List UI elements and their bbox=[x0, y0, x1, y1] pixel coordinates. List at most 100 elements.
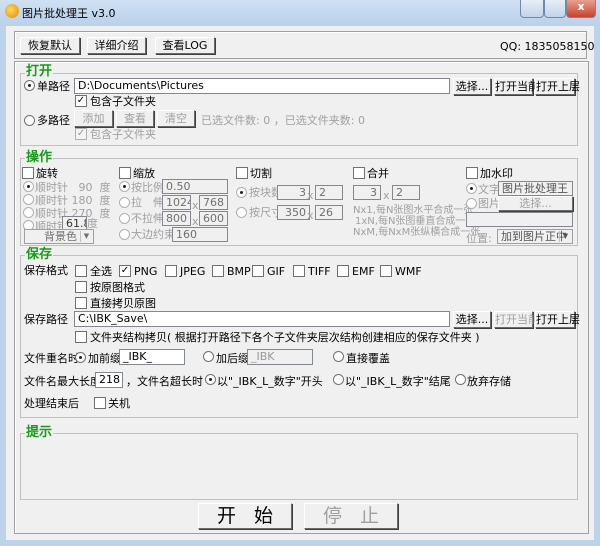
format-checkbox-gif[interactable] bbox=[252, 265, 264, 277]
rotate-checkbox[interactable] bbox=[22, 167, 34, 179]
window-title: 图片批处理王 v3.0 bbox=[22, 7, 116, 20]
stop-button[interactable]: 停止 bbox=[304, 503, 398, 529]
background-color-select[interactable]: 背景色 ▼ bbox=[24, 229, 94, 244]
merge-x-label: x bbox=[383, 189, 390, 202]
selected-count-text: 已选文件数: 0 ，已选文件夹数: 0 bbox=[201, 114, 365, 127]
rotate-180-radio[interactable] bbox=[23, 194, 34, 205]
watermark-text-label: 文字 bbox=[478, 183, 500, 196]
cut-label: 切割 bbox=[250, 167, 272, 180]
too-long-start-radio[interactable] bbox=[205, 374, 216, 385]
cut-blocks-b-input[interactable]: 2 bbox=[315, 185, 343, 200]
cut-size-radio[interactable] bbox=[236, 207, 247, 218]
format-checkbox-jpeg[interactable] bbox=[165, 265, 177, 277]
restore-defaults-button[interactable]: 恢复默认 bbox=[20, 37, 80, 54]
save-path-input[interactable]: C:\IBK_Save\ bbox=[74, 311, 450, 327]
merge-a-input[interactable]: 3 bbox=[353, 185, 381, 200]
start-button[interactable]: 开始 bbox=[198, 503, 292, 529]
scale-nostretch-radio[interactable] bbox=[119, 213, 130, 224]
format-checkbox-tiff[interactable] bbox=[293, 265, 305, 277]
open-parent-button[interactable]: 打开上层 bbox=[535, 78, 580, 95]
folder-structure-checkbox[interactable] bbox=[75, 331, 87, 343]
original-format-checkbox[interactable] bbox=[75, 281, 87, 293]
watermark-position-label: 位置: bbox=[466, 232, 492, 245]
add-button[interactable]: 添加 bbox=[74, 110, 113, 127]
cut-checkbox[interactable] bbox=[236, 167, 248, 179]
too-long-end-radio[interactable] bbox=[333, 374, 344, 385]
include-subfolders-checkbox[interactable]: ✓ bbox=[75, 95, 87, 107]
watermark-text-radio[interactable] bbox=[466, 183, 477, 194]
scale-stretch-radio[interactable] bbox=[119, 197, 130, 208]
scale-ratio-radio[interactable] bbox=[119, 181, 130, 192]
stretch-x-label: x bbox=[192, 199, 199, 212]
scale-ratio-label: 按比例 bbox=[131, 181, 164, 194]
stretch-height-input[interactable]: 768 bbox=[199, 195, 228, 210]
multi-path-radio[interactable] bbox=[24, 115, 35, 126]
watermark-image-path-input[interactable] bbox=[466, 212, 573, 227]
overwrite-label: 直接覆盖 bbox=[346, 352, 390, 365]
suffix-input[interactable]: _IBK bbox=[247, 349, 313, 365]
minimize-button[interactable] bbox=[520, 0, 544, 18]
single-path-radio[interactable] bbox=[24, 80, 35, 91]
nostretch-height-input[interactable]: 600 bbox=[199, 211, 228, 226]
save-group-title: 保存 bbox=[25, 247, 54, 262]
merge-hint-3: NxM,每NxM张纵横合成一张 bbox=[353, 227, 481, 238]
watermark-text-input[interactable]: 图片批处理王 bbox=[498, 181, 573, 196]
watermark-choose-button[interactable]: 选择... bbox=[498, 196, 573, 211]
view-log-button[interactable]: 查看LOG bbox=[155, 37, 215, 54]
nostretch-width-input[interactable]: 800 bbox=[162, 211, 191, 226]
cut-size-a-input[interactable]: 350 bbox=[277, 205, 310, 220]
format-label: JPEG bbox=[180, 265, 206, 278]
max-length-input[interactable]: 218 bbox=[95, 372, 123, 388]
format-checkbox-wmf[interactable] bbox=[380, 265, 392, 277]
scale-nostretch-label: 不拉伸 bbox=[131, 212, 164, 225]
rotate-90-radio[interactable] bbox=[23, 181, 34, 192]
watermark-image-radio[interactable] bbox=[466, 198, 477, 209]
include-subfolders-multi-checkbox[interactable]: ✓ bbox=[75, 128, 87, 140]
scale-maxside-radio[interactable] bbox=[119, 229, 130, 240]
single-path-label: 单路径 bbox=[37, 80, 70, 93]
rotate-270-radio[interactable] bbox=[23, 207, 34, 218]
details-button[interactable]: 详细介绍 bbox=[87, 37, 146, 54]
format-checkbox-全选[interactable] bbox=[75, 265, 87, 277]
folder-structure-label: 文件夹结构拷贝( 根据打开路径下各个子文件夹层次结构创建相应的保存文件夹 ) bbox=[90, 331, 480, 344]
shutdown-checkbox[interactable] bbox=[94, 397, 106, 409]
stretch-width-input[interactable]: 1024 bbox=[162, 195, 191, 210]
watermark-position-select[interactable]: 加到图片正中 ▼ bbox=[497, 229, 573, 244]
save-open-current-button[interactable]: 打开当前 bbox=[494, 311, 539, 328]
scale-ratio-input[interactable]: 0.50 bbox=[162, 179, 228, 194]
discard-radio[interactable] bbox=[455, 374, 466, 385]
copy-original-checkbox[interactable] bbox=[75, 297, 87, 309]
format-checkbox-png[interactable]: ✓ bbox=[119, 265, 131, 277]
suffix-radio[interactable] bbox=[203, 351, 214, 362]
open-choose-button[interactable]: 选择... bbox=[453, 78, 491, 95]
view-button[interactable]: 查看 bbox=[116, 110, 154, 127]
original-format-label: 按原图格式 bbox=[90, 281, 145, 294]
open-path-input[interactable]: D:\Documents\Pictures bbox=[74, 78, 450, 94]
overwrite-radio[interactable] bbox=[333, 351, 344, 362]
open-current-button[interactable]: 打开当前 bbox=[494, 78, 539, 95]
close-button[interactable]: x bbox=[566, 0, 596, 18]
prefix-radio[interactable] bbox=[75, 352, 86, 363]
watermark-position-value: 加到图片正中 bbox=[501, 230, 567, 243]
save-open-parent-button[interactable]: 打开上层 bbox=[535, 311, 580, 328]
ops-group-title: 操作 bbox=[25, 150, 54, 165]
cut-blocks-radio[interactable] bbox=[236, 187, 247, 198]
maximize-button[interactable] bbox=[544, 0, 566, 18]
cut-size-b-input[interactable]: 26 bbox=[315, 205, 343, 220]
cut-blocks-a-input[interactable]: 3 bbox=[277, 185, 310, 200]
merge-b-input[interactable]: 2 bbox=[392, 185, 420, 200]
watermark-checkbox[interactable] bbox=[466, 167, 478, 179]
scale-checkbox[interactable] bbox=[119, 167, 131, 179]
copy-original-label: 直接拷贝原图 bbox=[90, 297, 156, 310]
merge-checkbox[interactable] bbox=[353, 167, 365, 179]
maxside-input[interactable]: 160 bbox=[172, 227, 228, 242]
format-checkbox-emf[interactable] bbox=[337, 265, 349, 277]
open-group-title: 打开 bbox=[25, 64, 54, 79]
clear-button[interactable]: 清空 bbox=[157, 110, 195, 127]
hint-group bbox=[20, 433, 578, 500]
save-choose-button[interactable]: 选择... bbox=[453, 311, 491, 328]
prefix-input[interactable]: _IBK_ bbox=[119, 349, 185, 365]
rename-label: 文件重名时 bbox=[24, 352, 79, 365]
format-checkbox-bmp[interactable] bbox=[212, 265, 224, 277]
include-subfolders-multi-label: 包含子文件夹 bbox=[90, 128, 156, 141]
